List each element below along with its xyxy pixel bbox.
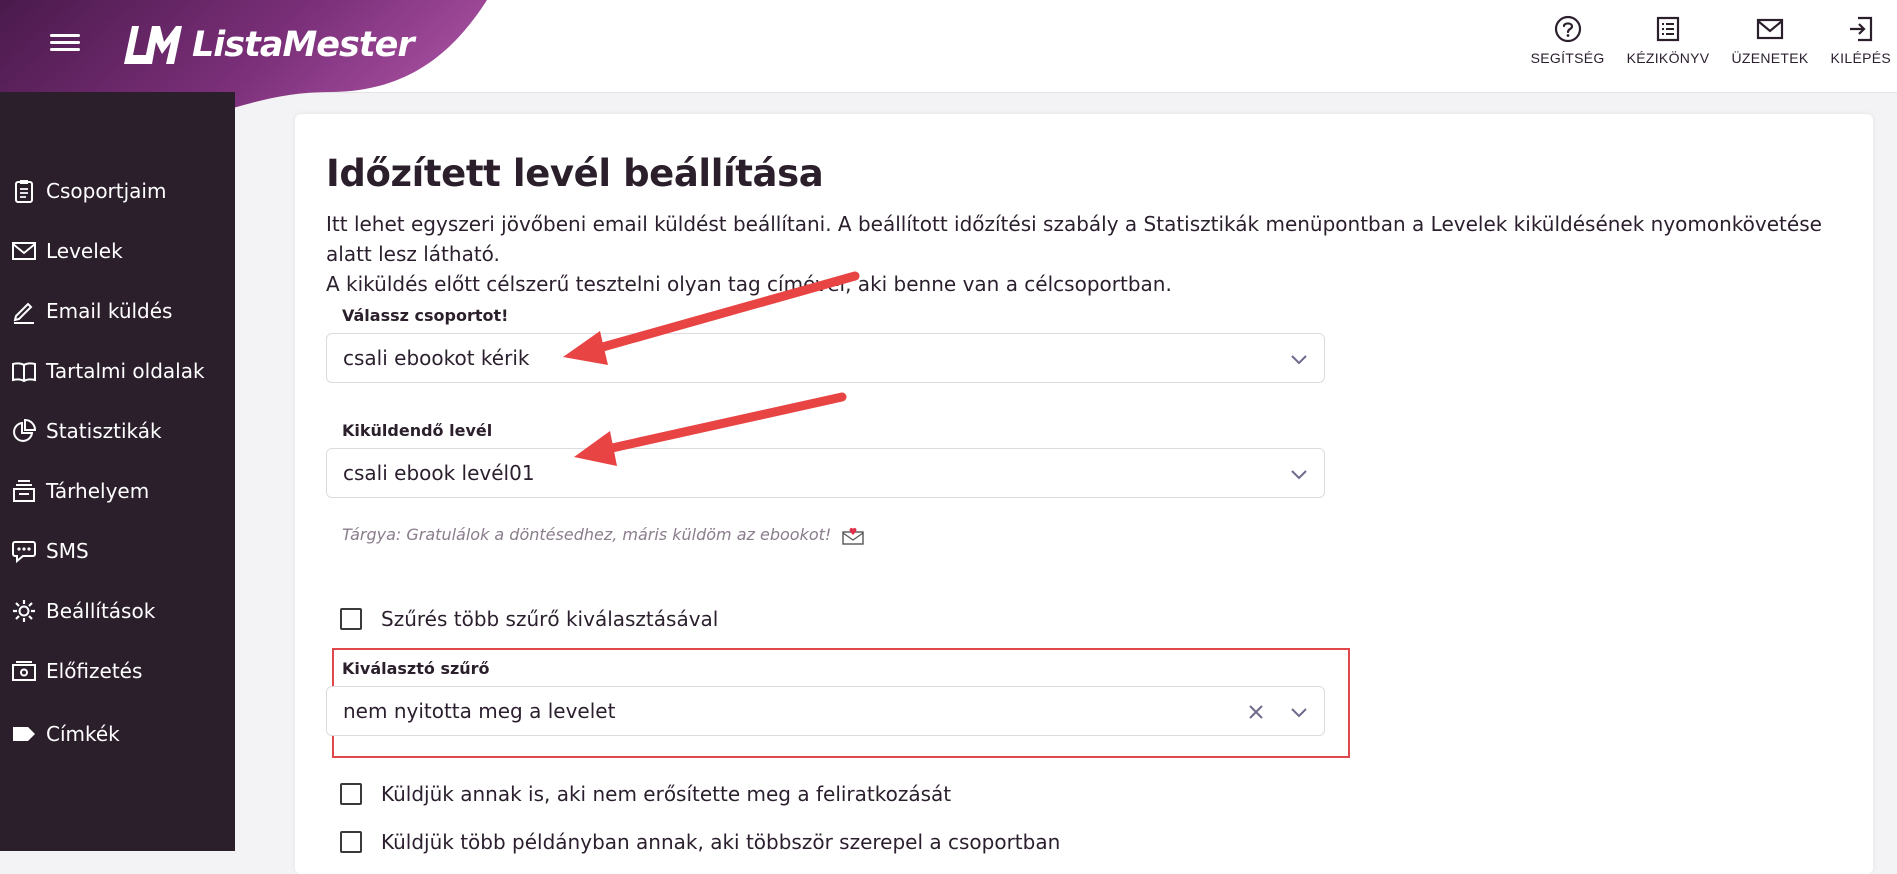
sidebar-item-label: Levelek — [46, 239, 123, 263]
chevron-down-icon — [1291, 470, 1307, 480]
help-circle-icon — [1554, 15, 1581, 43]
pencil-icon — [13, 302, 34, 324]
logout-button[interactable]: KILÉPÉS — [1831, 14, 1891, 66]
sidebar-item-label: Tárhelyem — [46, 479, 150, 503]
sidebar-item-label: Címkék — [46, 722, 120, 746]
page-description: Itt lehet egyszeri jövőbeni email küldés… — [326, 209, 1856, 299]
manual-button[interactable]: KÉZIKÖNYV — [1627, 14, 1710, 66]
tag-icon — [13, 727, 35, 741]
chat-bubble-icon — [12, 541, 36, 564]
sidebar-item-statistics[interactable]: Statisztikák — [0, 411, 235, 451]
sidebar-item-content-pages[interactable]: Tartalmi oldalak — [0, 351, 235, 391]
sidebar-item-label: Beállítások — [46, 599, 156, 623]
storage-icon — [13, 480, 35, 502]
sidebar-item-label: SMS — [46, 539, 89, 563]
help-button[interactable]: SEGÍTSÉG — [1531, 14, 1605, 66]
sidebar-item-groups[interactable]: Csoportjaim — [0, 171, 235, 211]
logout-label: KILÉPÉS — [1830, 50, 1891, 66]
messages-button[interactable]: ÜZENETEK — [1731, 14, 1808, 66]
sidebar-item-send-email[interactable]: Email küldés — [0, 291, 235, 331]
filter-select-value: nem nyitotta meg a levelet — [343, 699, 616, 723]
send-multiple-label: Küldjük több példányban annak, aki többs… — [381, 830, 1061, 854]
description-line-1: Itt lehet egyszeri jövőbeni email küldés… — [326, 212, 1822, 266]
envelope-heart-icon — [842, 527, 865, 545]
filter-select[interactable]: nem nyitotta meg a levelet — [326, 686, 1325, 736]
clear-icon[interactable] — [1244, 700, 1268, 724]
logo-mark-icon — [124, 26, 182, 64]
multi-filter-label: Szűrés több szűrő kiválasztásával — [381, 607, 719, 631]
sidebar-item-tags[interactable]: Címkék — [0, 714, 235, 754]
sidebar-item-settings[interactable]: Beállítások — [0, 591, 235, 631]
sidebar-item-storage[interactable]: Tárhelyem — [0, 471, 235, 511]
page-title: Időzített levél beállítása — [326, 152, 824, 195]
clipboard-icon — [15, 180, 33, 203]
description-line-2: A kiküldés előtt célszerű tesztelni olya… — [326, 272, 1172, 296]
logo: ListaMester — [120, 18, 415, 72]
sidebar-item-label: Tartalmi oldalak — [46, 359, 205, 383]
sidebar-item-sms[interactable]: SMS — [0, 531, 235, 571]
sidebar: Csoportjaim Levelek Email küldés Tartalm… — [0, 92, 235, 851]
send-unconfirmed-checkbox-row[interactable]: Küldjük annak is, aki nem erősítette meg… — [340, 782, 951, 806]
sidebar-item-label: Előfizetés — [46, 659, 143, 683]
mail-icon — [1756, 18, 1784, 40]
letter-select[interactable]: csali ebook levél01 — [326, 448, 1325, 498]
ticket-icon — [12, 661, 36, 681]
letter-subject-text: Tárgya: Gratulálok a döntésedhez, máris … — [342, 525, 832, 544]
group-select[interactable]: csali ebookot kérik — [326, 333, 1325, 383]
messages-label: ÜZENETEK — [1731, 50, 1809, 66]
letter-select-label: Kiküldendő levél — [342, 421, 493, 440]
sidebar-item-label: Email küldés — [46, 299, 173, 323]
sidebar-item-subscription[interactable]: Előfizetés — [0, 651, 235, 691]
menu-toggle-button[interactable] — [48, 30, 82, 58]
gear-icon — [13, 600, 35, 622]
sidebar-item-label: Statisztikák — [46, 419, 162, 443]
pie-chart-icon — [13, 418, 37, 442]
chevron-down-icon — [1291, 708, 1307, 718]
sidebar-item-label: Csoportjaim — [46, 179, 167, 203]
header-actions: SEGÍTSÉG KÉZIKÖNYV ÜZENETEK KILÉPÉS — [1509, 14, 1897, 66]
send-unconfirmed-checkbox[interactable] — [340, 783, 362, 805]
multi-filter-checkbox-row[interactable]: Szűrés több szűrő kiválasztásával — [340, 607, 718, 631]
group-select-value: csali ebookot kérik — [343, 346, 530, 370]
book-icon — [12, 362, 36, 383]
logout-icon — [1849, 16, 1872, 42]
manual-label: KÉZIKÖNYV — [1626, 50, 1710, 66]
letter-select-value: csali ebook levél01 — [343, 461, 535, 485]
send-multiple-checkbox-row[interactable]: Küldjük több példányban annak, aki többs… — [340, 830, 1060, 854]
send-unconfirmed-label: Küldjük annak is, aki nem erősítette meg… — [381, 782, 952, 806]
letter-subject: Tárgya: Gratulálok a döntésedhez, máris … — [342, 525, 865, 545]
multi-filter-checkbox[interactable] — [340, 608, 362, 630]
group-select-label: Válassz csoportot! — [342, 306, 509, 325]
sidebar-item-letters[interactable]: Levelek — [0, 231, 235, 271]
manual-list-icon — [1656, 16, 1680, 42]
top-bar: ListaMester SEGÍTSÉG KÉZIKÖNYV ÜZENETEK — [0, 0, 1897, 134]
help-label: SEGÍTSÉG — [1530, 50, 1605, 66]
envelope-icon — [12, 242, 36, 260]
filter-select-label: Kiválasztó szűrő — [342, 659, 490, 678]
send-multiple-checkbox[interactable] — [340, 831, 362, 853]
chevron-down-icon — [1291, 355, 1307, 365]
brand-name: ListaMester — [192, 25, 415, 65]
